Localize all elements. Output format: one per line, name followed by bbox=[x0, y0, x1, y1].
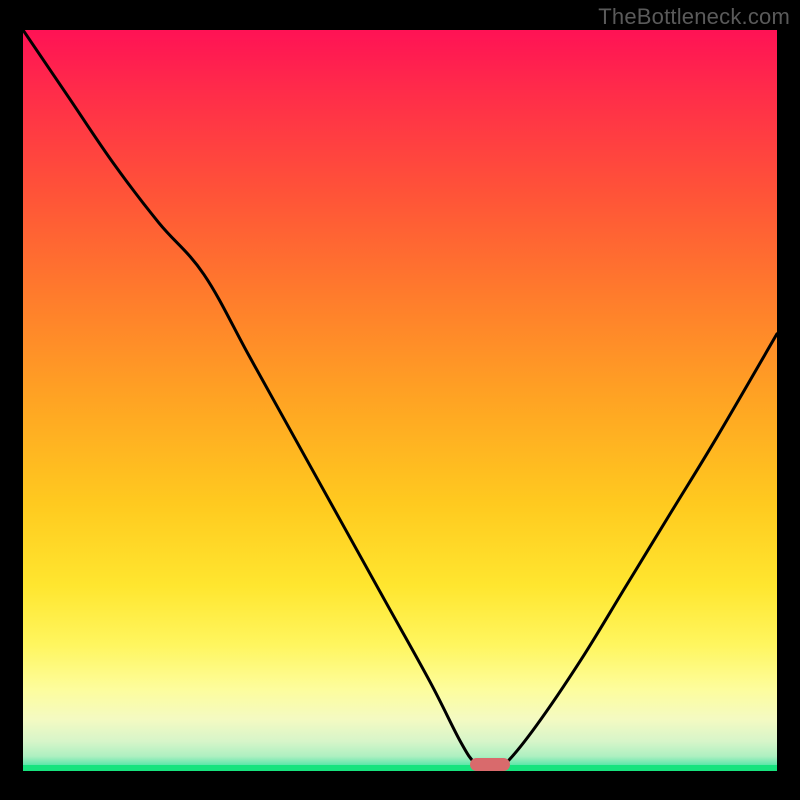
plot-area bbox=[23, 30, 777, 771]
bottleneck-curve bbox=[23, 30, 777, 771]
chart-frame: TheBottleneck.com bbox=[0, 0, 800, 800]
watermark-text: TheBottleneck.com bbox=[598, 4, 790, 30]
minimum-marker bbox=[470, 758, 510, 771]
